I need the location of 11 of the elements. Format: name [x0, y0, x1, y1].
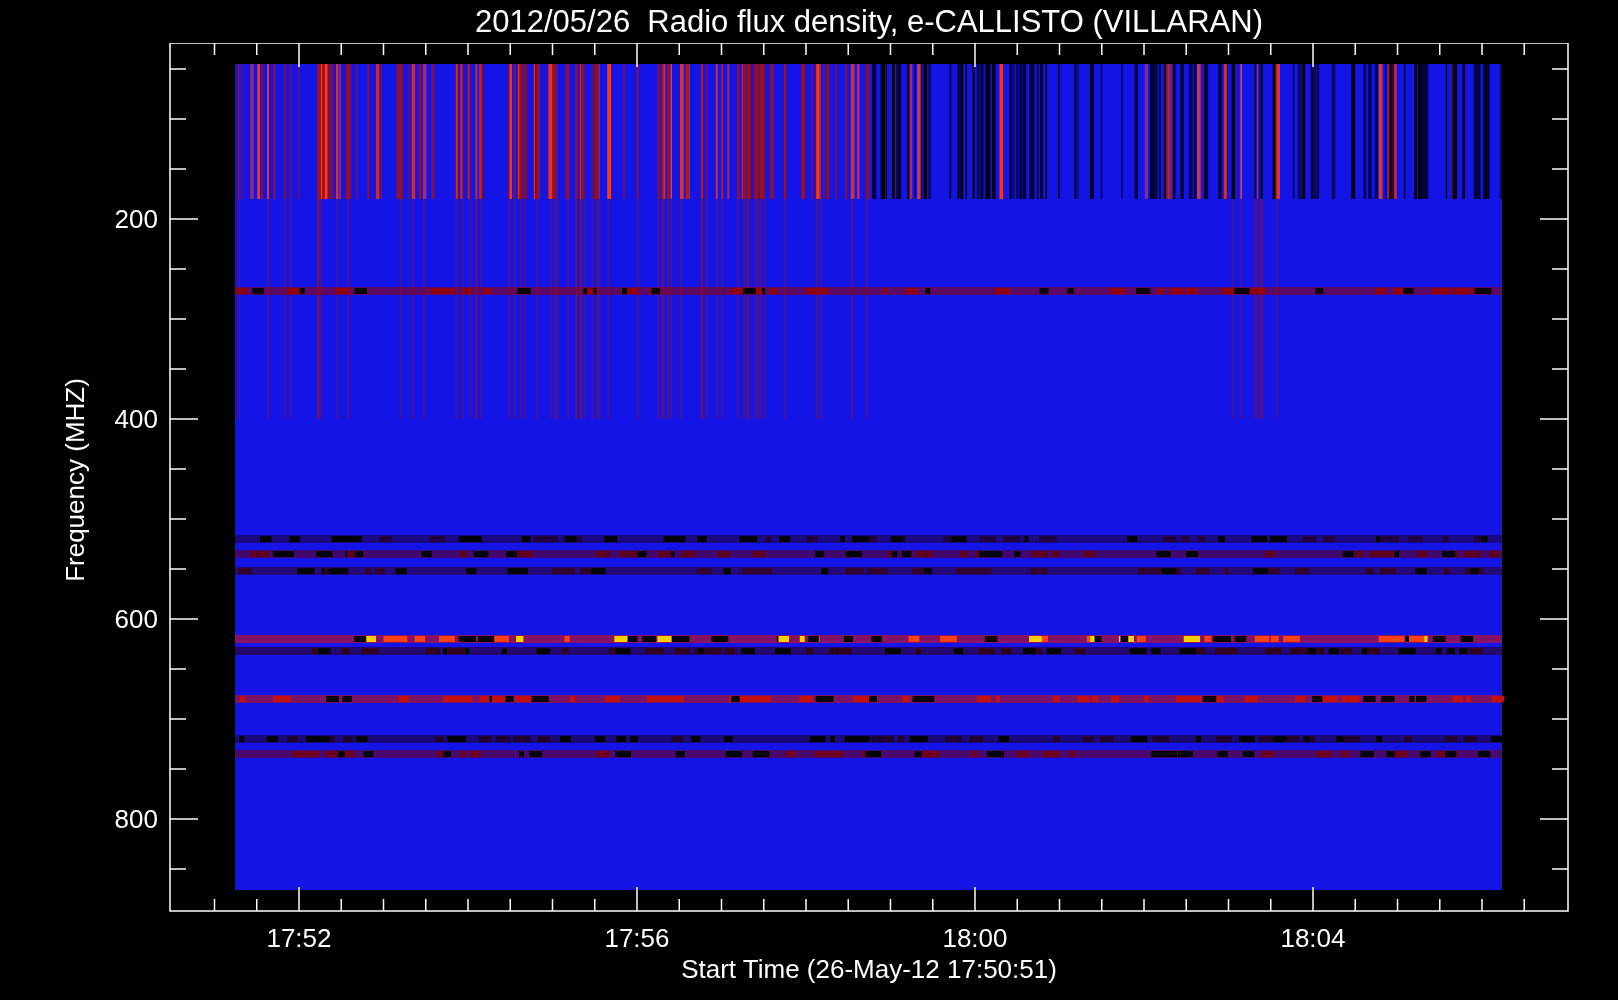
y-tick-label: 400	[114, 404, 158, 434]
x-tick-label: 18:00	[942, 923, 1008, 953]
x-axis-title: Start Time (26-May-12 17:50:51)	[681, 954, 1057, 984]
y-tick-label: 800	[114, 804, 158, 834]
y-axis-title: Frequency (MHZ)	[60, 378, 90, 582]
y-tick-label: 600	[114, 604, 158, 634]
chart-title: 2012/05/26 Radio flux density, e-CALLISTO (VILLARAN)	[473, 2, 1264, 41]
x-tick-label: 17:56	[604, 923, 670, 953]
y-tick-label: 200	[114, 204, 158, 234]
x-tick-label: 18:04	[1280, 923, 1346, 953]
x-tick-label: 17:52	[266, 923, 332, 953]
